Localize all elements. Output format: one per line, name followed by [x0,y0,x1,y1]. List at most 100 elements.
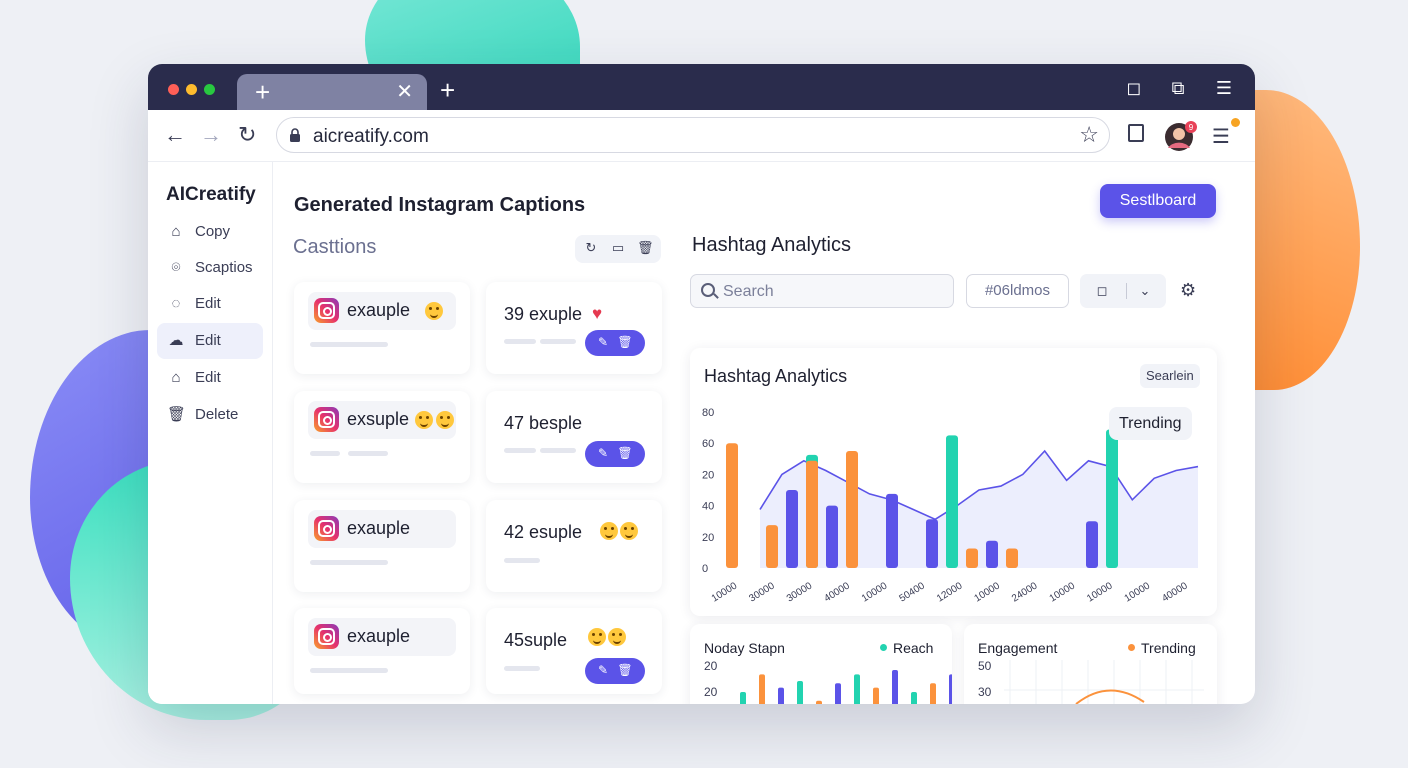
id-field[interactable]: #06ldmos [966,274,1069,308]
instagram-icon [314,407,339,432]
search-input[interactable] [723,281,943,303]
caption-card[interactable]: 45suple ✎ 🗑 [486,608,662,694]
caption-card[interactable]: exauple [294,282,470,374]
bar [806,460,818,568]
search-icon [701,283,715,297]
trash-icon[interactable]: 🗑 [617,662,633,678]
caption-text: exauple [347,626,411,646]
new-tab-icon[interactable]: + [440,76,455,104]
y-tick-label: 60 [702,438,714,450]
analytics-title: Hashtag Analytics [692,234,851,256]
trending-chip[interactable]: Trending [1109,407,1192,440]
placeholder-line [504,558,540,563]
caption-text: 47 besple [504,413,583,433]
legend-trending: Trending [1128,640,1196,656]
page-title: Generated Instagram Captions [294,194,586,216]
menu-icon[interactable]: ☰ [1212,124,1232,149]
bar [854,674,860,704]
share-icon[interactable]: ⧉ [1168,78,1188,98]
bar [966,548,978,568]
trend-line [1075,689,1145,704]
caption-text: exauple [347,518,411,538]
forward-arrow-icon[interactable]: → [200,124,222,146]
maximize-window-dot[interactable] [204,84,215,95]
bar [946,435,958,568]
y-tick-label: 40 [702,501,714,513]
reload-icon[interactable]: ↻ [238,124,256,146]
bar [766,525,778,568]
edit-icon[interactable]: ✎ [595,334,611,350]
caption-text: 45suple [504,630,568,650]
title-bar: + ✕ + ◻ ⧉ ☰ [148,64,1255,110]
caption-text: exauple [347,300,411,320]
placeholder-line [504,666,540,671]
caption-card[interactable]: 42 esuple [486,500,662,592]
sidebar-item-label: Edit [195,332,221,349]
copy-icon[interactable]: ◻ [1093,282,1111,300]
caption-card[interactable]: exsuple [294,391,470,483]
smile-emoji-icon [415,411,433,429]
sidebar-item-edit-chat[interactable]: ◌ Edit [157,286,263,322]
x-tick-label: 10000 [710,580,740,604]
dashboard-button[interactable]: Sestlboard [1100,184,1216,218]
captions-icon: ⌾ [171,259,181,276]
reach-chart: 2020 [704,659,952,704]
search-box [690,274,954,308]
x-tick-label: 50400 [897,580,927,604]
trash-icon[interactable]: 🗑 [637,240,654,256]
sidebar-item-label: Edit [195,369,221,386]
caption-card[interactable]: exauple [294,608,470,694]
caption-actions: ✎ 🗑 [585,441,645,467]
smile-emoji-icon [436,411,454,429]
bar [816,700,822,704]
caption-card[interactable]: 39 exuple ♥ ✎ 🗑 [486,282,662,374]
edit-icon[interactable]: ✎ [595,662,611,678]
y-tick-label: 50 [978,659,992,673]
placeholder-line [310,668,388,673]
avatar[interactable]: 9 [1164,120,1200,154]
y-tick-label: 20 [702,532,714,544]
sidebar-item-captions[interactable]: ⌾ Scaptios [157,250,263,286]
caption-pill: exauple [308,618,456,656]
refresh-icon[interactable]: ↻ [583,240,599,256]
bar [926,519,938,568]
bag-icon[interactable] [1128,124,1144,142]
caption-card[interactable]: 47 besple ✎ 🗑 [486,391,662,483]
sidebar-item-copy[interactable]: ⌂ Copy [157,214,263,250]
close-window-dot[interactable] [168,84,179,95]
minimize-window-dot[interactable] [186,84,197,95]
trash-icon[interactable]: 🗑 [617,334,633,350]
search-chip[interactable]: Searlein [1140,364,1200,388]
edit-icon[interactable]: ✎ [595,445,611,461]
sidebar-item-edit[interactable]: ⌂ Edit [157,360,263,396]
star-icon[interactable]: ☆ [1079,122,1099,148]
browser-tab[interactable]: + ✕ [237,74,427,110]
filter-icon[interactable]: ⚙ [1180,280,1196,301]
window-icon[interactable]: ◻ [1124,78,1144,98]
folder-icon[interactable]: ▭ [610,240,626,256]
chevron-down-icon[interactable]: ⌄ [1136,282,1154,300]
address-bar: ← → ↻ aicreatify.com ☆ 9 ☰ [148,110,1255,162]
legend-reach: Reach [880,640,933,656]
placeholder-line [348,451,388,456]
sidebar-item-edit-active[interactable]: ☁ Edit [157,323,263,359]
bar [797,681,803,704]
instagram-icon [314,516,339,541]
caption-pill: exsuple [308,401,456,439]
trash-icon[interactable]: 🗑 [617,445,633,461]
bar [886,493,898,568]
trash-icon: 🗑 [167,406,187,423]
close-tab-icon[interactable]: ✕ [396,80,413,104]
more-menu-icon[interactable]: ☰ [1214,78,1234,98]
caption-card[interactable]: exauple [294,500,470,592]
back-arrow-icon[interactable]: ← [164,124,186,146]
sidebar-item-delete[interactable]: 🗑 Delete [157,397,263,433]
url-field[interactable]: aicreatify.com ☆ [276,117,1110,153]
legend-dot [880,644,887,651]
main-content: Generated Instagram Captions Casttions ↻… [274,162,1255,704]
view-toolbar: ◻ ⌄ [1080,274,1166,308]
bar [1006,548,1018,568]
x-tick-label: 30000 [747,580,777,604]
card-title: Noday Stapn [704,640,785,656]
sidebar-item-label: Edit [195,295,221,312]
